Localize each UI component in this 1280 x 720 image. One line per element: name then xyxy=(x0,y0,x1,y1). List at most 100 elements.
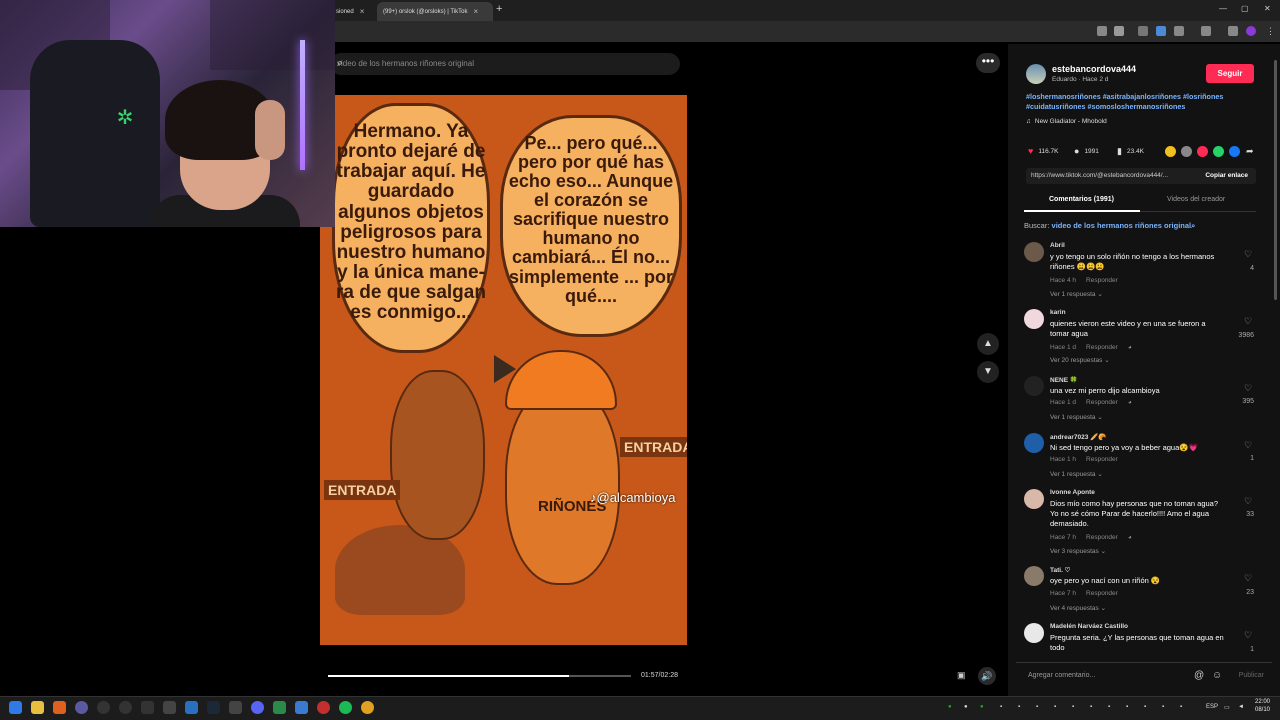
share-icon[interactable] xyxy=(1165,146,1176,157)
tray-icon[interactable]: ▪ xyxy=(1090,704,1092,710)
avatar[interactable] xyxy=(1024,376,1044,396)
app-icon[interactable] xyxy=(119,701,132,714)
heart-icon[interactable]: ♡ xyxy=(1244,440,1252,451)
view-replies-button[interactable]: Ver 4 respuestas ⌄ xyxy=(1050,604,1106,612)
tray-icon[interactable]: ● xyxy=(948,704,952,710)
reply-button[interactable]: Responder xyxy=(1086,277,1118,284)
language-indicator[interactable]: ESP xyxy=(1206,704,1218,710)
reply-button[interactable]: Responder xyxy=(1086,399,1118,406)
reply-button[interactable]: Responder xyxy=(1086,534,1118,541)
app-icon[interactable] xyxy=(317,701,330,714)
view-replies-button[interactable]: Ver 3 respuestas ⌄ xyxy=(1050,547,1106,555)
tab-comments[interactable]: Comentarios (1991) xyxy=(1049,196,1114,203)
share-icon[interactable] xyxy=(1181,146,1192,157)
browser-tab[interactable]: sioned × xyxy=(330,2,372,21)
comment-author[interactable]: Madelén Narváez Castillo xyxy=(1050,623,1128,630)
author-username[interactable]: estebancordova444 xyxy=(1052,64,1136,74)
hashtags[interactable]: #loshermanosriñones #asitrabajanlosriñon… xyxy=(1026,92,1256,113)
tray-icon[interactable]: ▪ xyxy=(1036,704,1038,710)
previous-video-button[interactable]: ▲ xyxy=(977,333,999,355)
network-icon[interactable]: ▭ xyxy=(1224,704,1230,711)
tab-creator-videos[interactable]: Videos del creador xyxy=(1167,196,1225,203)
avatar[interactable] xyxy=(1024,489,1044,509)
spotify-icon[interactable] xyxy=(339,701,352,714)
avatar[interactable] xyxy=(1024,566,1044,586)
reply-button[interactable]: Responder xyxy=(1086,590,1118,597)
search-icon[interactable] xyxy=(53,701,66,714)
share-arrow-icon[interactable]: ➦ xyxy=(1246,146,1254,157)
chrome-icon[interactable] xyxy=(361,701,374,714)
tray-icon[interactable]: ▪ xyxy=(1072,704,1074,710)
tray-icon[interactable]: ● xyxy=(964,704,968,710)
reply-button[interactable]: Responder xyxy=(1086,456,1118,463)
next-video-button[interactable]: ▼ xyxy=(977,361,999,383)
file-explorer-icon[interactable] xyxy=(31,701,44,714)
comment-author[interactable]: NENE 🍀 xyxy=(1050,376,1078,384)
tray-icon[interactable]: ▪ xyxy=(1000,704,1002,710)
install-icon[interactable] xyxy=(1097,26,1107,36)
comment-author[interactable]: karin xyxy=(1050,309,1066,316)
emoji-icon[interactable]: ☺ xyxy=(1212,670,1222,681)
extension-icon[interactable] xyxy=(1138,26,1148,36)
puzzle-icon[interactable] xyxy=(1174,26,1184,36)
video-player[interactable]: Hermano. Ya pronto dejaré de trabajar aq… xyxy=(320,95,687,645)
app-icon[interactable] xyxy=(273,701,286,714)
app-icon[interactable] xyxy=(229,701,242,714)
volume-icon[interactable]: 🔊 xyxy=(978,667,996,685)
view-replies-button[interactable]: Ver 1 respuesta ⌄ xyxy=(1050,470,1103,478)
windows-start-icon[interactable] xyxy=(9,701,22,714)
close-icon[interactable]: × xyxy=(360,7,365,16)
close-window-icon[interactable]: ✕ xyxy=(1264,4,1271,13)
whatsapp-icon[interactable] xyxy=(1213,146,1224,157)
comment-input[interactable]: Agregar comentario... xyxy=(1028,672,1095,679)
star-icon[interactable] xyxy=(1114,26,1124,36)
mention-icon[interactable]: @ xyxy=(1194,670,1204,681)
tray-icon[interactable]: ▪ xyxy=(1054,704,1056,710)
comment-button[interactable]: ● 1991 xyxy=(1074,146,1099,156)
avatar[interactable] xyxy=(1024,433,1044,453)
panel-scrollbar[interactable] xyxy=(1274,60,1277,300)
bookmark-icon[interactable] xyxy=(1201,26,1211,36)
save-button[interactable]: ▮ 23.4K xyxy=(1117,146,1144,157)
heart-icon[interactable]: ♡ xyxy=(1244,249,1252,260)
search-suggestion[interactable]: Buscar: video de los hermanos riñones or… xyxy=(1024,221,1195,231)
facebook-icon[interactable] xyxy=(1229,146,1240,157)
app-icon[interactable] xyxy=(97,701,110,714)
view-replies-button[interactable]: Ver 20 respuestas ⌄ xyxy=(1050,356,1110,364)
avatar[interactable] xyxy=(1026,64,1046,84)
volume-icon[interactable]: ◄ xyxy=(1238,704,1244,710)
app-icon[interactable] xyxy=(295,701,308,714)
video-progress-bar[interactable] xyxy=(328,675,631,677)
tray-icon[interactable]: ● xyxy=(980,704,984,710)
share-icon[interactable] xyxy=(1197,146,1208,157)
heart-icon[interactable]: ♡ xyxy=(1244,383,1252,394)
comment-author[interactable]: Abril xyxy=(1050,242,1065,249)
maximize-icon[interactable]: ▢ xyxy=(1241,4,1249,13)
avatar[interactable] xyxy=(1024,623,1044,643)
tray-icon[interactable]: ▪ xyxy=(1108,704,1110,710)
comment-author[interactable]: Ivonne Aponte xyxy=(1050,489,1095,496)
view-replies-button[interactable]: Ver 1 respuesta ⌄ xyxy=(1050,413,1103,421)
close-icon[interactable]: × xyxy=(474,7,479,16)
more-options-button[interactable]: ••• xyxy=(976,53,1000,73)
comment-author[interactable]: Tati. ♡ xyxy=(1050,566,1071,574)
tray-icon[interactable]: ▪ xyxy=(1018,704,1020,710)
tray-icon[interactable]: ▪ xyxy=(1126,704,1128,710)
heart-icon[interactable]: ♡ xyxy=(1244,630,1252,641)
avatar[interactable] xyxy=(1024,309,1044,329)
minimize-icon[interactable]: — xyxy=(1219,4,1227,13)
comment-author[interactable]: andrear7023 🥖🥐 xyxy=(1050,433,1106,441)
play-icon[interactable] xyxy=(494,355,516,383)
app-icon[interactable] xyxy=(75,701,88,714)
tray-icon[interactable]: ▪ xyxy=(1144,704,1146,710)
discord-icon[interactable] xyxy=(251,701,264,714)
tray-icon[interactable]: ▪ xyxy=(1162,704,1164,710)
extension-icon[interactable] xyxy=(1156,26,1166,36)
search-icon[interactable]: ⌕ xyxy=(337,57,670,70)
music-link[interactable]: ♫ New Gladiator - Mhobold xyxy=(1026,118,1107,125)
search-input[interactable]: video de los hermanos riñones original ⌕ xyxy=(330,53,680,75)
heart-icon[interactable]: ♡ xyxy=(1244,573,1252,584)
follow-button[interactable]: Seguir xyxy=(1206,64,1254,83)
picture-in-picture-icon[interactable]: ▣ xyxy=(957,670,971,682)
app-icon[interactable] xyxy=(141,701,154,714)
